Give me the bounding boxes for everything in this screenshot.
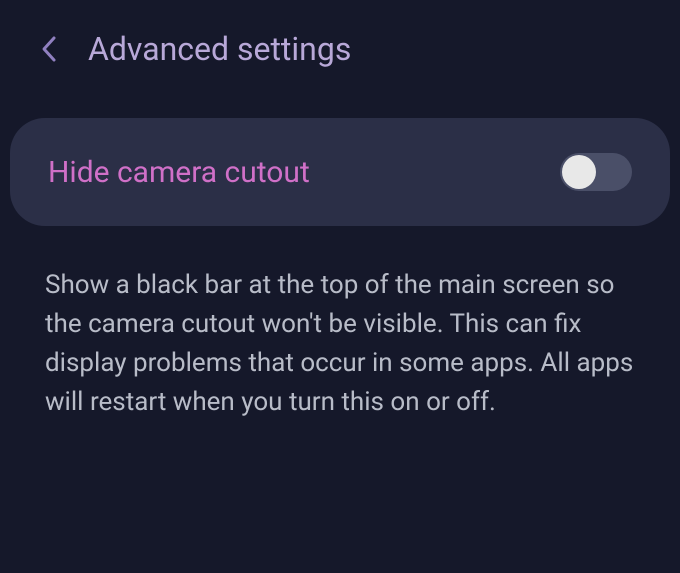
toggle-knob (562, 155, 596, 189)
toggle-switch[interactable] (560, 153, 632, 191)
setting-description: Show a black bar at the top of the main … (0, 226, 680, 422)
header: Advanced settings (0, 0, 680, 88)
page-title: Advanced settings (88, 30, 351, 68)
setting-card[interactable]: Hide camera cutout (10, 118, 670, 226)
back-icon[interactable] (40, 34, 58, 64)
setting-label: Hide camera cutout (48, 155, 310, 190)
